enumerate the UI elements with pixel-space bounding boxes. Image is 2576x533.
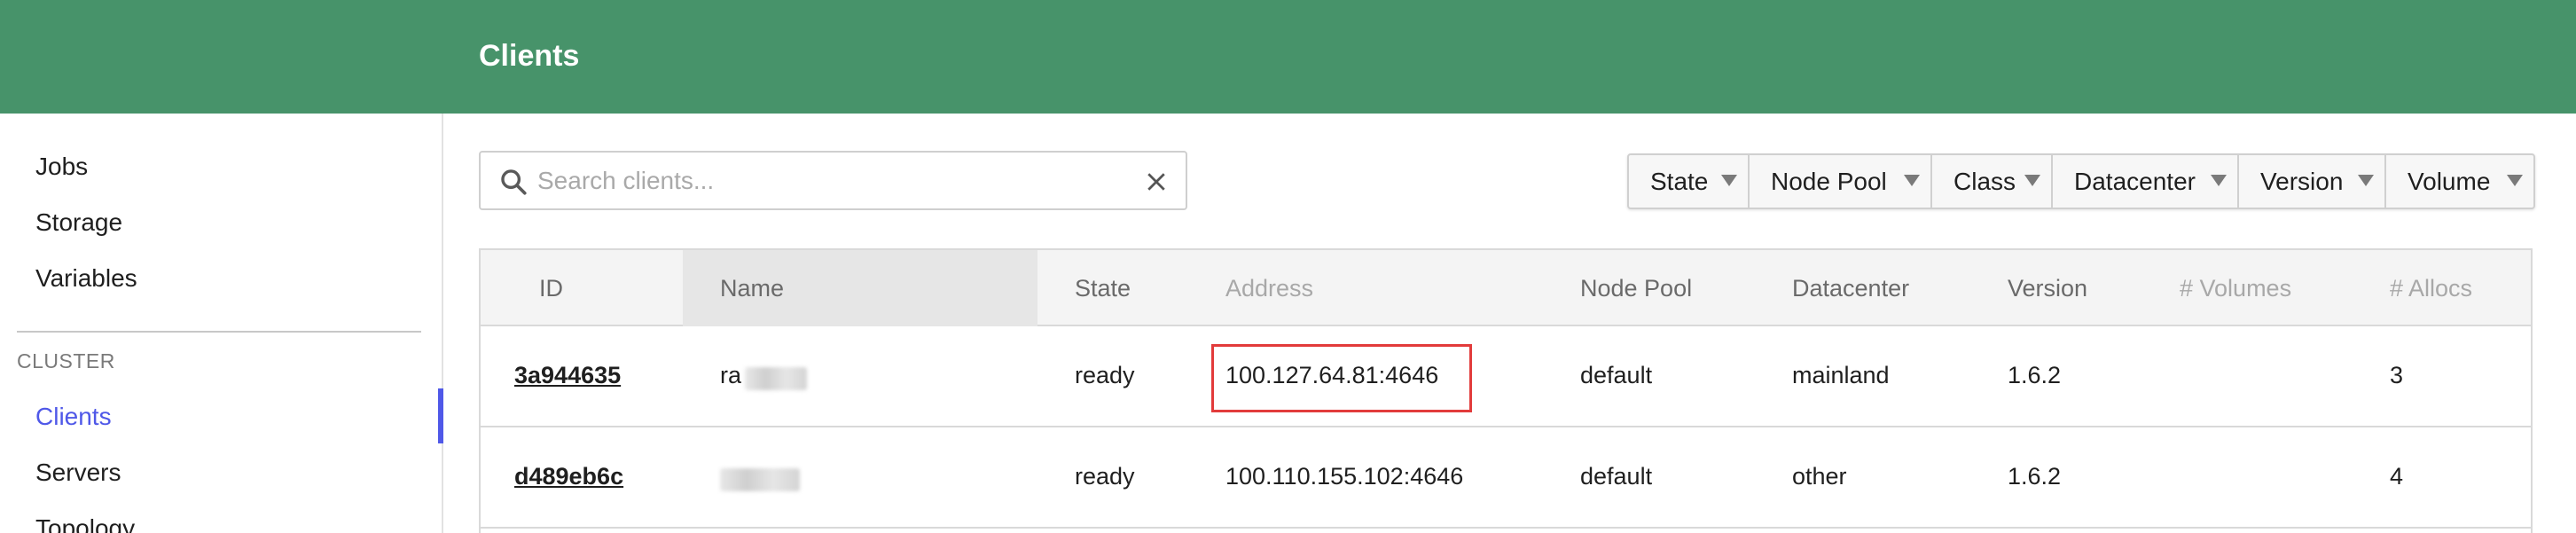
- table-row[interactable]: d489eb6c ready 100.110.155.102:4646 defa…: [481, 427, 2531, 529]
- clients-table: ID Name State Address Node Pool Datacent…: [479, 248, 2533, 533]
- caret-down-icon: [2358, 175, 2374, 186]
- sidebar: Jobs Storage Variables CLUSTER Clients S…: [0, 114, 443, 533]
- filter-label: Class: [1954, 167, 2016, 195]
- column-header-node-pool[interactable]: Node Pool: [1580, 275, 1692, 302]
- caret-down-icon: [1904, 175, 1920, 186]
- caret-down-icon: [2024, 175, 2040, 186]
- column-header-version[interactable]: Version: [2008, 275, 2087, 302]
- column-header-name[interactable]: Name: [720, 275, 784, 302]
- filter-label: Version: [2260, 167, 2344, 195]
- filter-class[interactable]: Class: [1932, 155, 2053, 208]
- sidebar-item-jobs[interactable]: Jobs: [35, 153, 88, 181]
- client-version: 1.6.2: [2008, 463, 2062, 490]
- client-version: 1.6.2: [2008, 362, 2062, 388]
- filter-volume[interactable]: Volume: [2386, 155, 2533, 208]
- client-address: 100.110.155.102:4646: [1225, 463, 1464, 490]
- client-node-pool: default: [1580, 362, 1653, 388]
- client-allocs: 3: [2390, 362, 2404, 388]
- client-allocs: 4: [2390, 463, 2404, 490]
- column-header-datacenter[interactable]: Datacenter: [1792, 275, 1909, 302]
- filter-node-pool[interactable]: Node Pool: [1750, 155, 1932, 208]
- table-header: ID Name State Address Node Pool Datacent…: [481, 250, 2531, 326]
- column-header-allocs: # Allocs: [2390, 275, 2473, 302]
- top-header: Clients: [0, 0, 2576, 114]
- client-address: 100.127.64.81:4646: [1225, 362, 1439, 388]
- filter-label: State: [1650, 167, 1709, 195]
- sidebar-item-clients[interactable]: Clients: [35, 403, 112, 431]
- client-datacenter: mainland: [1792, 362, 1890, 388]
- client-datacenter: other: [1792, 463, 1847, 490]
- column-header-address: Address: [1225, 275, 1314, 302]
- client-state: ready: [1075, 362, 1135, 388]
- caret-down-icon: [2211, 175, 2227, 186]
- filter-datacenter[interactable]: Datacenter: [2053, 155, 2239, 208]
- search-box: [479, 151, 1187, 210]
- filter-label: Node Pool: [1771, 167, 1887, 195]
- sidebar-item-storage[interactable]: Storage: [35, 208, 122, 237]
- filter-label: Datacenter: [2074, 167, 2196, 195]
- column-header-volumes: # Volumes: [2180, 275, 2292, 302]
- search-icon: [501, 169, 527, 195]
- client-id-link[interactable]: d489eb6c: [514, 463, 623, 490]
- redacted-name: [720, 468, 800, 491]
- filter-state[interactable]: State: [1629, 155, 1750, 208]
- sidebar-item-variables[interactable]: Variables: [35, 264, 137, 293]
- search-input[interactable]: [537, 163, 1105, 199]
- active-indicator: [438, 388, 443, 443]
- filter-version[interactable]: Version: [2239, 155, 2386, 208]
- caret-down-icon: [1721, 175, 1737, 186]
- table-row[interactable]: 3a944635 ra ready 100.127.64.81:4646 def…: [481, 326, 2531, 427]
- filter-label: Volume: [2408, 167, 2491, 195]
- column-header-state[interactable]: State: [1075, 275, 1131, 302]
- sidebar-divider: [17, 331, 421, 333]
- client-state: ready: [1075, 463, 1135, 490]
- filter-bar: State Node Pool Class Datacenter Version…: [1627, 153, 2535, 209]
- column-header-id[interactable]: ID: [539, 275, 563, 302]
- client-node-pool: default: [1580, 463, 1653, 490]
- sidebar-section-cluster: CLUSTER: [17, 349, 115, 372]
- redacted-name: [745, 367, 807, 390]
- clear-search-icon[interactable]: [1143, 169, 1170, 195]
- client-id-link[interactable]: 3a944635: [514, 362, 621, 389]
- caret-down-icon: [2507, 175, 2523, 186]
- sidebar-item-servers[interactable]: Servers: [35, 459, 121, 487]
- page-title: Clients: [479, 39, 580, 73]
- sidebar-item-topology[interactable]: Topology: [35, 514, 135, 533]
- client-name: ra: [720, 362, 742, 388]
